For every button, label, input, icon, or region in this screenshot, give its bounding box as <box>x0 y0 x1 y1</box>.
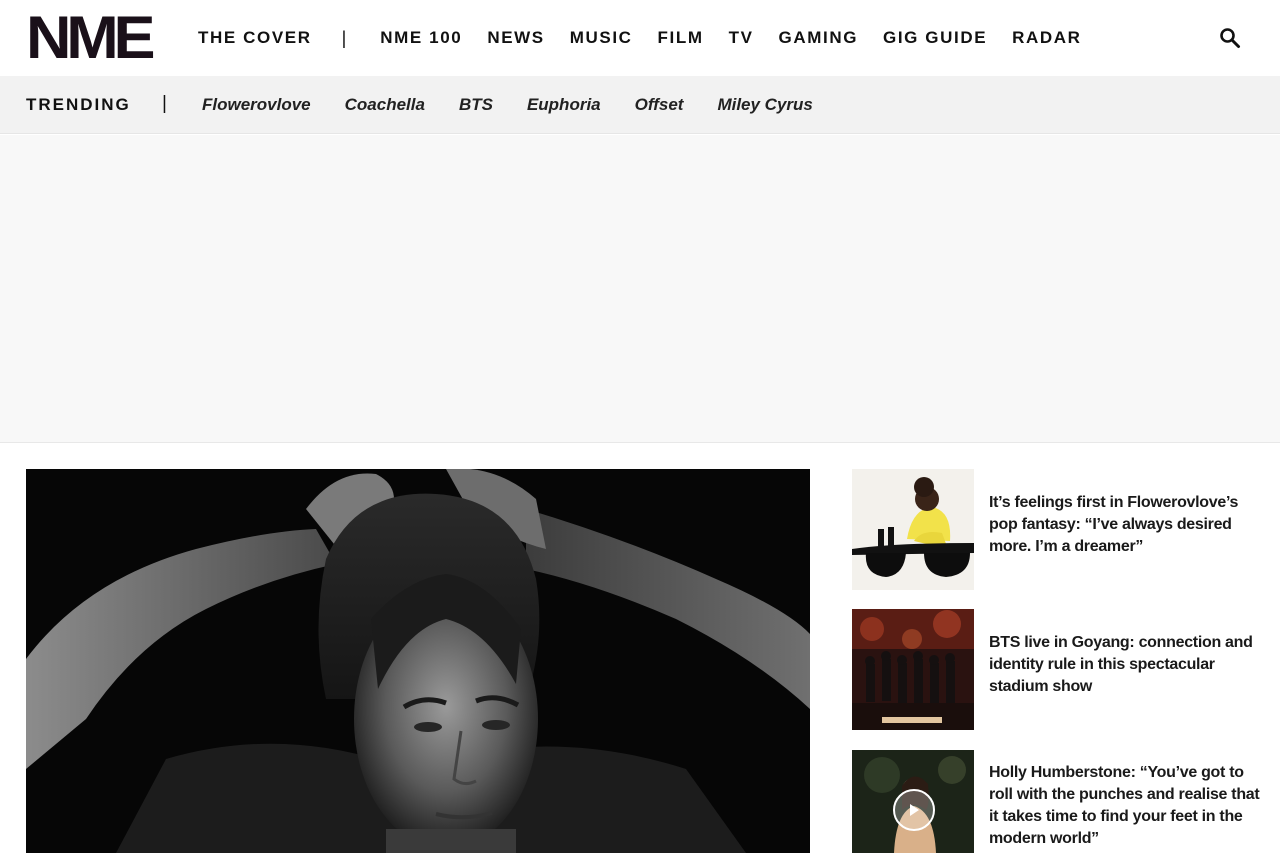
trending-links: Flowerovlove Coachella BTS Euphoria Offs… <box>202 95 847 115</box>
trending-separator: | <box>162 93 167 114</box>
site-header: NME THE COVER | NME 100 NEWS MUSIC FILM … <box>0 0 1280 76</box>
article-thumbnail[interactable] <box>852 609 974 730</box>
trending-link-coachella[interactable]: Coachella <box>345 95 425 115</box>
hero-image[interactable] <box>26 469 810 853</box>
nme-logo[interactable]: NME <box>26 8 156 68</box>
trending-link-miley-cyrus[interactable]: Miley Cyrus <box>717 95 812 115</box>
nav-item-film[interactable]: FILM <box>658 28 704 48</box>
trending-link-offset[interactable]: Offset <box>635 95 684 115</box>
play-button[interactable] <box>893 789 935 831</box>
nav-item-radar[interactable]: RADAR <box>1012 28 1081 48</box>
play-icon <box>910 804 919 816</box>
nav-item-nme-100[interactable]: NME 100 <box>380 28 462 48</box>
trending-label: TRENDING <box>26 95 131 114</box>
side-article[interactable]: Holly Humberstone: “You’ve got to roll w… <box>852 750 1262 853</box>
side-article[interactable]: BTS live in Goyang: connection and ident… <box>852 609 1262 730</box>
nav-separator: | <box>341 27 347 48</box>
trending-link-euphoria[interactable]: Euphoria <box>527 95 601 115</box>
article-title[interactable]: Holly Humberstone: “You’ve got to roll w… <box>989 762 1264 850</box>
side-article[interactable]: It’s feelings first in Flowerovlove’s po… <box>852 469 1262 590</box>
main-nav: THE COVER | NME 100 NEWS MUSIC FILM TV G… <box>198 27 1082 49</box>
trending-bar: TRENDING | Flowerovlove Coachella BTS Eu… <box>0 76 1280 134</box>
nav-item-tv[interactable]: TV <box>729 28 754 48</box>
article-thumbnail[interactable] <box>852 750 974 853</box>
nav-item-the-cover[interactable]: THE COVER <box>198 28 312 48</box>
article-title[interactable]: BTS live in Goyang: connection and ident… <box>989 632 1264 698</box>
nav-item-gig-guide[interactable]: GIG GUIDE <box>883 28 987 48</box>
ad-slot <box>0 135 1280 443</box>
search-button[interactable] <box>1216 24 1244 52</box>
nav-item-music[interactable]: MUSIC <box>570 28 633 48</box>
logo-text: NME <box>26 4 156 71</box>
trending-link-bts[interactable]: BTS <box>459 95 493 115</box>
nav-item-gaming[interactable]: GAMING <box>779 28 858 48</box>
trending-link-flowerovlove[interactable]: Flowerovlove <box>202 95 311 115</box>
search-icon <box>1220 28 1240 48</box>
article-title[interactable]: It’s feelings first in Flowerovlove’s po… <box>989 492 1264 558</box>
nav-item-news[interactable]: NEWS <box>487 28 544 48</box>
article-thumbnail[interactable] <box>852 469 974 590</box>
